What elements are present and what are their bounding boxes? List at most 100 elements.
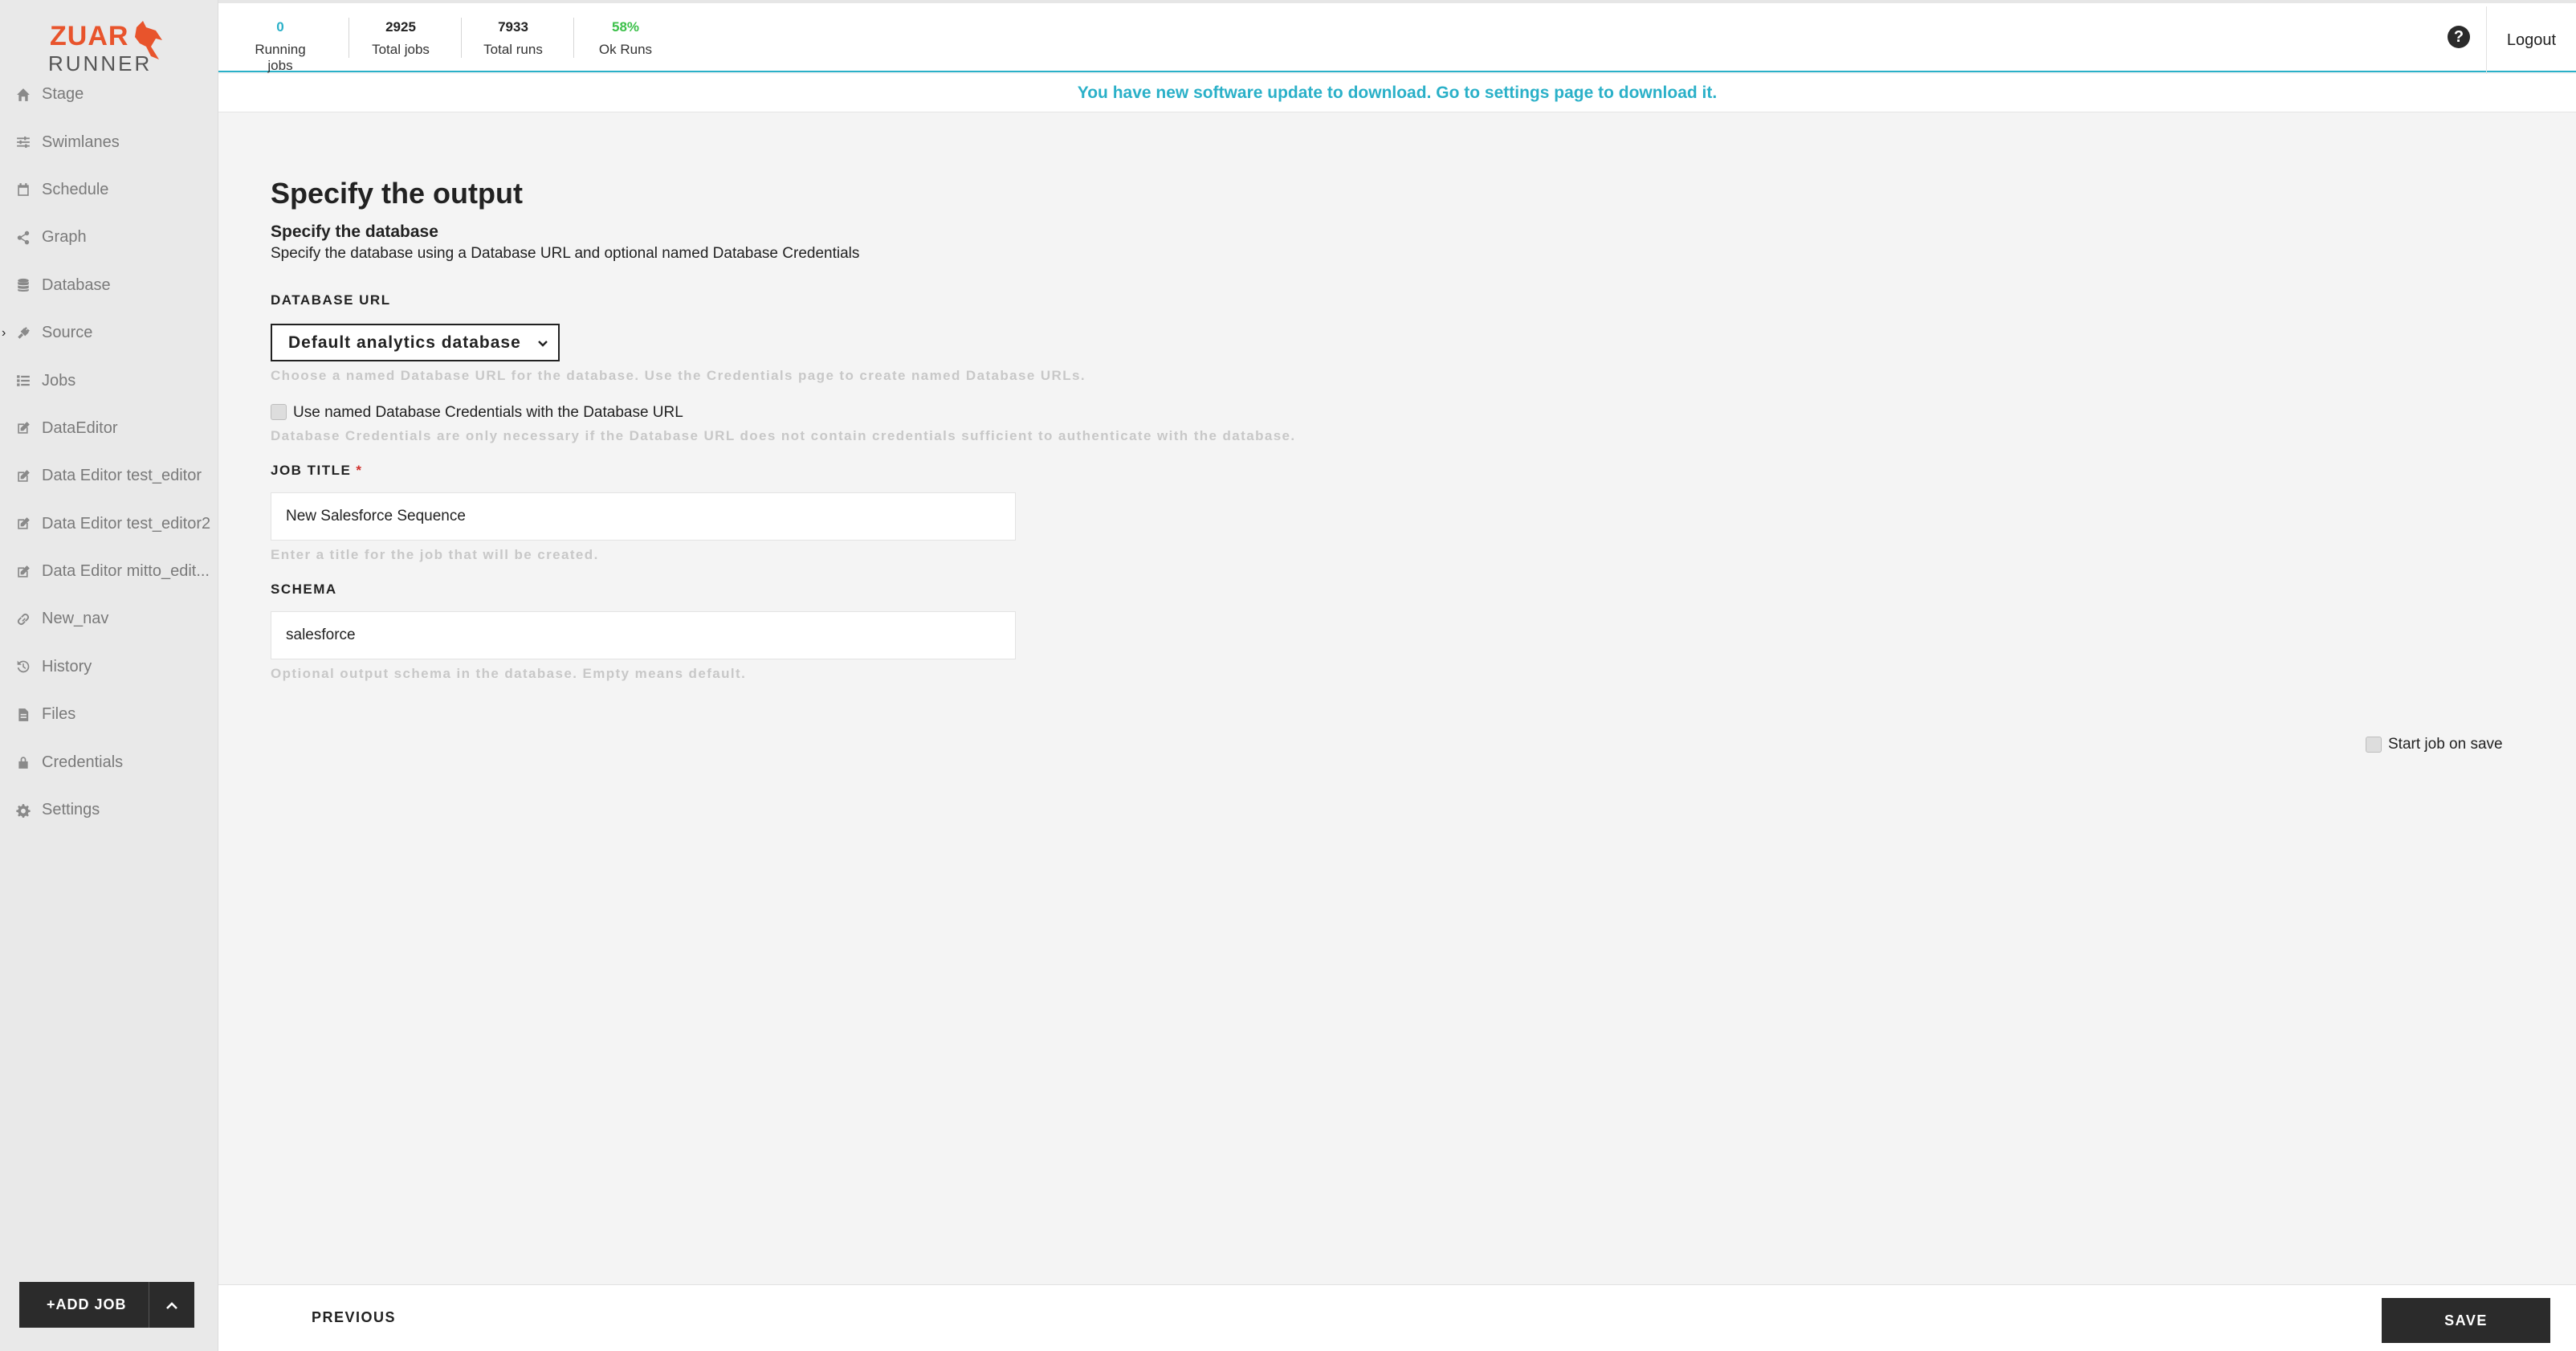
edit-icon	[16, 421, 31, 435]
add-job-bar: +ADD JOB	[19, 1282, 194, 1328]
job-title-label-text: JOB TITLE	[271, 463, 352, 478]
sidebar-nav: Stage Swimlanes Schedule Graph Database …	[0, 71, 218, 834]
sidebar-item-label: Source	[42, 324, 93, 342]
database-url-select[interactable]: Default analytics database	[271, 324, 560, 361]
sidebar-item-source[interactable]: › Source	[0, 309, 218, 357]
sidebar-item-history[interactable]: History	[0, 643, 218, 691]
edit-icon	[16, 469, 31, 484]
sidebar-item-label: Jobs	[42, 371, 76, 390]
save-button[interactable]: SAVE	[2382, 1298, 2550, 1343]
sidebar-item-label: Files	[42, 705, 76, 724]
sidebar-item-label: DataEditor	[42, 418, 118, 437]
section-description: Specify the database using a Database UR…	[271, 245, 860, 262]
stat-value: 0	[276, 19, 284, 35]
list-icon	[16, 373, 31, 388]
sidebar-item-label: Graph	[42, 228, 87, 247]
logout-button[interactable]: Logout	[2486, 6, 2576, 74]
sidebar-item-files[interactable]: Files	[0, 691, 218, 738]
database-url-label: DATABASE URL	[271, 292, 391, 308]
sidebar-item-schedule[interactable]: Schedule	[0, 166, 218, 214]
sidebar-item-label: Data Editor test_editor2	[42, 514, 211, 533]
chevron-down-icon	[538, 341, 548, 347]
history-icon	[16, 659, 31, 674]
sidebar-item-new-nav[interactable]: New_nav	[0, 595, 218, 643]
expand-toggle-button[interactable]	[149, 1282, 194, 1328]
sidebar-item-jobs[interactable]: Jobs	[0, 357, 218, 404]
sidebar-item-label: History	[42, 657, 92, 676]
sidebar-item-data-editor-test-editor2[interactable]: Data Editor test_editor2	[0, 500, 218, 548]
section-title: Specify the database	[271, 222, 438, 241]
update-banner: You have new software update to download…	[218, 74, 2576, 112]
edit-icon	[16, 565, 31, 579]
use-named-credentials-checkbox[interactable]	[271, 404, 287, 420]
sidebar-item-label: Credentials	[42, 753, 124, 771]
page-title: Specify the output	[271, 177, 523, 210]
stat-value: 58%	[611, 19, 640, 35]
footer-bar: PREVIOUS SAVE	[218, 1284, 2576, 1351]
divider	[461, 18, 462, 58]
sidebar-item-graph[interactable]: Graph	[0, 214, 218, 261]
sidebar-item-data-editor-test-editor[interactable]: Data Editor test_editor	[0, 452, 218, 500]
required-marker: *	[356, 463, 363, 478]
sidebar-item-dataeditor[interactable]: DataEditor	[0, 405, 218, 452]
schema-input[interactable]	[271, 611, 1016, 659]
sidebar: ZUAR RUNNER Stage Swimlanes Schedule Gra…	[0, 0, 218, 1351]
fox-logo-icon	[135, 21, 162, 59]
stat-total-jobs[interactable]: 2925 Total jobs	[365, 19, 437, 58]
top-stats-bar: 0 Running jobs 2925 Total jobs 7933 Tota…	[218, 0, 2576, 74]
sidebar-item-label: Data Editor test_editor	[42, 467, 202, 485]
sidebar-item-database[interactable]: Database	[0, 262, 218, 309]
job-title-hint: Enter a title for the job that will be c…	[271, 547, 599, 562]
update-banner-link[interactable]: You have new software update to download…	[1078, 84, 1717, 103]
sidebar-item-stage[interactable]: Stage	[0, 71, 218, 118]
stat-label: Total runs	[483, 42, 543, 57]
stat-label: Ok Runs	[598, 42, 653, 57]
database-url-selected-value: Default analytics database	[288, 333, 521, 352]
sidebar-item-label: Settings	[42, 801, 100, 819]
home-icon	[16, 88, 31, 102]
sidebar-item-label: Stage	[42, 85, 84, 104]
file-icon	[16, 708, 31, 722]
stat-label: Total jobs	[372, 42, 430, 57]
schema-label: SCHEMA	[271, 582, 337, 597]
lock-icon	[16, 755, 31, 769]
job-title-input[interactable]	[271, 492, 1016, 541]
add-job-button[interactable]: +ADD JOB	[19, 1282, 149, 1328]
stat-running-jobs[interactable]: 0 Running jobs	[244, 19, 316, 74]
calendar-icon	[16, 182, 31, 197]
sidebar-item-label: New_nav	[42, 610, 109, 628]
start-job-on-save-label: Start job on save	[2388, 736, 2503, 753]
previous-button[interactable]: PREVIOUS	[312, 1309, 396, 1326]
sidebar-item-label: Database	[42, 276, 111, 294]
link-icon	[16, 612, 31, 627]
stat-total-runs[interactable]: 7933 Total runs	[477, 19, 549, 58]
start-job-on-save-checkbox[interactable]	[2366, 737, 2382, 753]
use-named-credentials-label: Use named Database Credentials with the …	[293, 404, 683, 421]
divider	[348, 18, 349, 58]
stat-value: 2925	[385, 19, 416, 35]
sidebar-item-settings[interactable]: Settings	[0, 786, 218, 834]
sidebar-item-label: Schedule	[42, 180, 109, 198]
sidebar-item-data-editor-mitto-edit[interactable]: Data Editor mitto_edit...	[0, 548, 218, 595]
logo-text-zuar: ZUAR	[50, 21, 129, 51]
database-icon	[16, 278, 31, 292]
edit-icon	[16, 516, 31, 531]
stat-label: Running jobs	[255, 42, 306, 73]
sidebar-item-label: Data Editor mitto_edit...	[42, 562, 210, 581]
stat-value: 7933	[498, 19, 528, 35]
stat-ok-runs[interactable]: 58% Ok Runs	[589, 19, 662, 58]
share-icon	[16, 231, 31, 245]
sliders-icon	[16, 135, 31, 149]
use-named-credentials-hint: Database Credentials are only necessary …	[271, 428, 1296, 443]
job-title-label: JOB TITLE *	[271, 463, 363, 479]
sidebar-item-credentials[interactable]: Credentials	[0, 738, 218, 786]
chevron-up-icon	[166, 1301, 177, 1309]
chevron-right-icon: ›	[2, 325, 6, 340]
schema-hint: Optional output schema in the database. …	[271, 666, 747, 681]
gear-icon	[16, 803, 31, 818]
sidebar-item-swimlanes[interactable]: Swimlanes	[0, 118, 218, 165]
plug-icon	[16, 326, 31, 341]
help-icon[interactable]: ?	[2448, 26, 2470, 48]
divider	[573, 18, 574, 58]
zuar-runner-logo[interactable]: ZUAR RUNNER	[47, 16, 167, 76]
